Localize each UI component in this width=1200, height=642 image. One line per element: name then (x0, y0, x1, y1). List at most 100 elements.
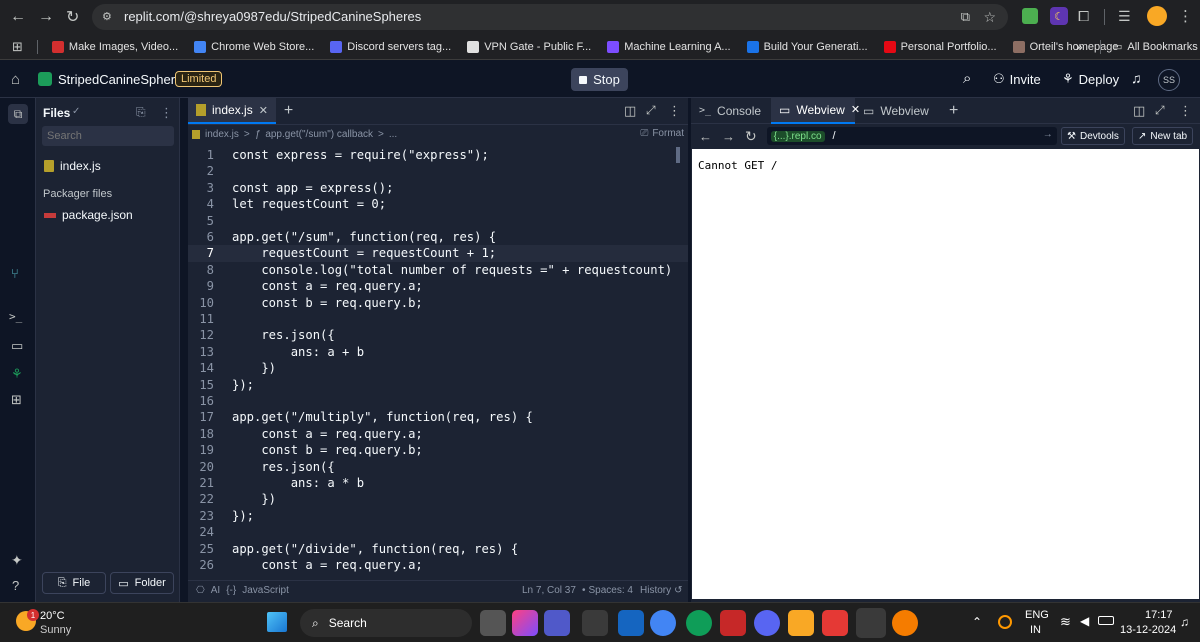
new-tab-button[interactable]: ↗ New tab (1132, 127, 1194, 145)
search-icon[interactable]: ⌕ (963, 70, 971, 87)
new-folder-button[interactable]: ▭ Folder (110, 572, 174, 594)
breadcrumb-file[interactable]: index.js (205, 129, 239, 140)
split-pane-icon[interactable]: ◫ (1133, 103, 1145, 119)
bookmark-item[interactable]: Make Images, Video... (51, 40, 178, 53)
code-line[interactable]: 3 const app = express(); (188, 180, 688, 196)
code-line[interactable]: 23}); (188, 508, 688, 524)
tab-index-js[interactable]: index.js ✕ (188, 98, 276, 124)
project-name[interactable]: StripedCanineSpheres (58, 72, 189, 87)
windows-start-icon[interactable] (267, 612, 287, 632)
git-icon[interactable]: ⑂ (11, 266, 19, 281)
breadcrumb-function[interactable]: app.get("/sum") callback (265, 129, 373, 140)
bookmark-item[interactable]: Build Your Generati... (746, 40, 868, 53)
maximize-icon[interactable]: ⤢ (646, 103, 656, 118)
blaze-app-icon[interactable] (892, 610, 918, 636)
user-avatar[interactable]: SS (1158, 69, 1180, 91)
volume-icon[interactable]: ◀ (1080, 614, 1089, 628)
files-menu-icon[interactable]: ⋮ (160, 105, 173, 121)
files-search-input[interactable] (42, 126, 174, 146)
deployments-icon[interactable]: ⚘ (11, 366, 23, 382)
tab-webview[interactable]: ▭ Webview ✕ (771, 97, 860, 124)
ai-sparkle-icon[interactable]: ✦ (11, 552, 23, 569)
bookmark-item[interactable]: Machine Learning A... (607, 40, 731, 53)
code-line[interactable]: 11 (188, 311, 688, 327)
webview-icon[interactable]: ▭ (11, 338, 23, 354)
code-line[interactable]: 25 app.get("/divide", function(req, res) … (188, 541, 688, 557)
bookmark-item[interactable]: Discord servers tag... (330, 40, 451, 53)
code-line[interactable]: 18 const a = req.query.a; (188, 426, 688, 442)
install-icon[interactable]: ⧉ (961, 4, 970, 30)
tray-app-icon[interactable] (998, 615, 1012, 629)
files-tool-icon[interactable]: ⧉ (8, 104, 28, 124)
bookmark-item[interactable]: VPN Gate - Public F... (467, 40, 591, 53)
store-icon[interactable] (618, 610, 644, 636)
clock-date[interactable]: 13-12-2024 (1120, 624, 1176, 636)
add-tab-icon[interactable]: + (949, 102, 958, 120)
code-line[interactable]: 19 const b = req.query.b; (188, 442, 688, 458)
bookmark-item[interactable]: Personal Portfolio... (883, 40, 997, 53)
code-line[interactable]: 6 app.get("/sum", function(req, res) { (188, 229, 688, 245)
extensions-puzzle-icon[interactable]: ⧠ (1078, 8, 1089, 25)
menu-kebab-icon[interactable]: ⋮ (1178, 7, 1193, 25)
code-line[interactable]: 10 const b = req.query.b; (188, 295, 688, 311)
wifi-icon[interactable]: ≋ (1060, 614, 1071, 630)
close-tab-icon[interactable]: ✕ (259, 104, 268, 117)
tray-chevron-up-icon[interactable]: ⌃ (972, 615, 982, 629)
code-line[interactable]: 2 (188, 163, 688, 179)
status-language[interactable]: JavaScript (242, 585, 289, 596)
copilot-icon[interactable] (512, 610, 538, 636)
new-file-button[interactable]: ⎘ File (42, 572, 106, 594)
region-indicator[interactable]: IN (1030, 624, 1041, 636)
notification-bell-icon[interactable]: ♫ (1180, 615, 1189, 629)
code-line[interactable]: 26 const a = req.query.a; (188, 557, 688, 573)
battery-icon[interactable] (1098, 616, 1114, 625)
back-icon[interactable]: ← (10, 8, 26, 26)
bookmark-star-icon[interactable]: ☆ (983, 4, 996, 30)
packager-file-item[interactable]: package.json (44, 208, 133, 222)
code-line[interactable]: 5 (188, 213, 688, 229)
code-line[interactable]: 9 const a = req.query.a; (188, 278, 688, 294)
code-line[interactable]: 12 res.json({ (188, 327, 688, 343)
discord-icon[interactable] (754, 610, 780, 636)
clock-time[interactable]: 17:17 (1145, 609, 1173, 621)
apps-grid-icon[interactable]: ⊞ (12, 39, 23, 55)
code-line[interactable]: 17 app.get("/multiply", function(req, res… (188, 409, 688, 425)
code-line[interactable]: 14 }) (188, 360, 688, 376)
bookmark-item[interactable]: Orteil's homepage (1012, 40, 1119, 53)
code-line[interactable]: 7 requestCount = requestCount + 1; (188, 245, 688, 262)
deploy-button[interactable]: ⚘ Deploy (1062, 71, 1119, 87)
reload-icon[interactable]: ↻ (745, 128, 757, 145)
extension-icon[interactable] (1022, 8, 1038, 24)
code-area[interactable]: 1 const express = require("express"); 2 3 co… (188, 147, 688, 574)
editor-scrollbar[interactable] (676, 147, 680, 163)
mcafee-icon[interactable] (720, 610, 746, 636)
status-spaces[interactable]: • Spaces: 4 (582, 585, 633, 596)
edge-icon[interactable] (686, 610, 712, 636)
code-line[interactable]: 22 }) (188, 491, 688, 507)
new-file-icon[interactable]: ⎘ (136, 105, 146, 120)
status-ai[interactable]: AI (211, 585, 220, 596)
home-icon[interactable]: ⌂ (11, 71, 20, 88)
weather-temp[interactable]: 20°C (40, 610, 65, 622)
code-line[interactable]: 21 ans: a * b (188, 475, 688, 491)
profile-avatar[interactable] (1147, 6, 1167, 26)
address-bar[interactable]: ⚙ replit.com/@shreya0987edu/StripedCanin… (92, 4, 1008, 30)
notification-bell-icon[interactable]: ♫ (1131, 70, 1142, 86)
webview-url-input[interactable]: {...}.repl.co / → (766, 127, 1057, 145)
reload-icon[interactable]: ↻ (66, 7, 79, 27)
invite-button[interactable]: ⚇ Invite (993, 71, 1041, 87)
chrome-icon[interactable] (650, 610, 676, 636)
wps-office-icon[interactable] (822, 610, 848, 636)
file-explorer-icon[interactable] (582, 610, 608, 636)
breadcrumb-more[interactable]: ... (389, 129, 397, 140)
dark-mode-extension-icon[interactable]: ☾ (1050, 7, 1068, 25)
bookmark-item[interactable]: Chrome Web Store... (194, 40, 314, 53)
code-line[interactable]: 4 let requestCount = 0; (188, 196, 688, 212)
all-tools-icon[interactable]: ⊞ (11, 392, 22, 408)
code-line[interactable]: 8 console.log("total number of requests … (188, 262, 688, 278)
active-chrome-icon[interactable] (856, 608, 886, 638)
taskbar-search[interactable]: ⌕ Search (300, 609, 472, 637)
plan-badge[interactable]: Limited (175, 71, 223, 87)
format-button[interactable]: ⎚ Format (640, 128, 684, 139)
file-item[interactable]: index.js (44, 159, 101, 173)
